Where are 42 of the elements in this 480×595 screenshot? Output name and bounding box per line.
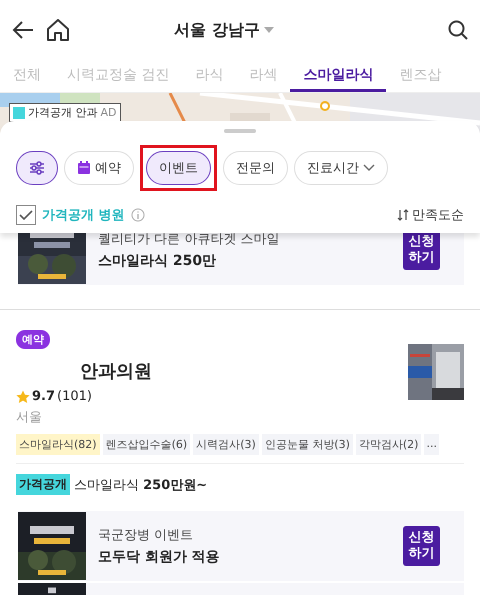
check-icon [19, 210, 33, 220]
search-icon[interactable] [448, 20, 468, 40]
price-open-tag: 가격공개 [16, 474, 70, 495]
star-icon [16, 390, 30, 404]
filter-chip[interactable]: 전문의 [223, 151, 288, 185]
rating-value: 9.7 [32, 389, 56, 404]
event-card[interactable]: 국군장병 이벤트 모두닥 회원가 적용 신청하기 [18, 511, 464, 581]
review-count: (101) [57, 389, 92, 404]
treatment-tag: 인공눈물 처방(3) [262, 434, 353, 455]
legend-swatch [13, 106, 25, 118]
filter-button[interactable] [16, 151, 58, 185]
apply-button[interactable]: 신청하기 [402, 233, 440, 270]
event-card[interactable]: 퀄리티가 다른 아큐타겟 스마일 스마일라식 250만 신청하기 [18, 233, 464, 285]
treatment-tag: 스마일라식(82) [16, 434, 100, 455]
price-text: 스마일라식 250만원~ [74, 476, 208, 494]
treatment-tag: 시력검사(3) [193, 434, 259, 455]
legend-label: 가격공개 안과 [28, 105, 98, 120]
event-subtitle: 모두닥 회원가 적용 [98, 548, 221, 566]
event-title: 국군장병 이벤트 [98, 527, 194, 544]
home-icon[interactable] [46, 19, 70, 41]
more-label[interactable]: ... [424, 434, 439, 455]
reservation-badge: 예약 [16, 330, 50, 349]
filter-icon [29, 161, 45, 175]
back-icon[interactable] [12, 21, 34, 39]
drag-handle[interactable] [224, 129, 256, 133]
apply-button[interactable]: 신청하기 [402, 526, 440, 566]
treatment-tag: 렌즈삽입수술(6) [102, 434, 190, 455]
region-label: 서울 [16, 409, 43, 426]
checkbox[interactable] [16, 205, 36, 225]
event-subtitle: 스마일라식 250만 [98, 252, 218, 270]
sort-icon[interactable] [397, 209, 409, 221]
filter-chip[interactable]: 예약 [64, 151, 134, 185]
location-title[interactable]: 서울 강남구 [174, 20, 260, 40]
event-title: 퀄리티가 다른 아큐타겟 스마일 [98, 233, 280, 248]
clinic-name[interactable]: 안과의원 [80, 359, 152, 383]
ad-label: AD [100, 106, 116, 119]
filter-chip[interactable]: 이벤트 [146, 151, 211, 185]
filter-chip[interactable]: 진료시간 [294, 151, 388, 185]
chevron-down-icon [363, 164, 375, 172]
sort-label[interactable]: 만족도순 [412, 206, 464, 224]
calendar-icon [77, 161, 91, 175]
treatment-tag: 각막검사(2) [356, 434, 422, 455]
